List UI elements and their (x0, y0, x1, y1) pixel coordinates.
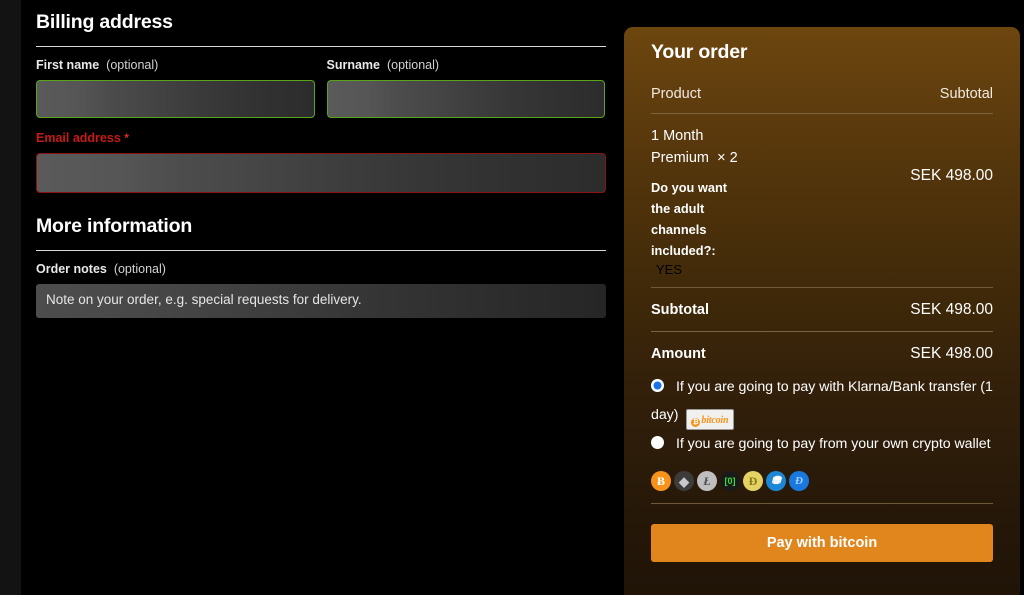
surname-optional-tag: (optional) (386, 58, 440, 72)
order-amount-label: Amount (651, 346, 706, 362)
email-address-input[interactable] (36, 153, 606, 193)
order-notes-label: Order notes (optional) (36, 262, 606, 276)
more-information-heading-divider (36, 250, 606, 251)
surname-field-group: Surname (optional) (326, 58, 606, 118)
email-field-group: Email address * (36, 131, 606, 193)
payment-methods-list: If you are going to pay with Klarna/Bank… (651, 373, 993, 562)
surname-label: Surname (optional) (327, 58, 606, 72)
your-order-panel: Your order Product Subtotal 1 Month Prem… (624, 27, 1020, 595)
first-name-label-text: First name (36, 58, 100, 72)
order-item-subtotal: SEK 498.00 (910, 167, 993, 184)
order-item-variation-label: Do you want the adult channels included?… (651, 180, 728, 258)
order-summary-table: Product Subtotal 1 Month Premium × 2 Do … (651, 86, 993, 373)
first-name-field-group: First name (optional) (36, 58, 315, 118)
order-subtotal-label: Subtotal (651, 302, 709, 318)
first-name-label: First name (optional) (36, 58, 315, 72)
column-header-product: Product (651, 86, 701, 102)
order-item-quantity: × 2 (717, 150, 738, 166)
first-name-input[interactable] (36, 80, 315, 118)
pay-with-bitcoin-button[interactable]: Pay with bitcoin (651, 524, 993, 562)
radio-own-crypto-wallet[interactable] (651, 436, 664, 449)
order-notes-optional-tag: (optional) (113, 262, 166, 276)
order-amount-value: SEK 498.00 (910, 345, 993, 362)
order-item-name-text: Premium (651, 150, 710, 166)
surname-label-text: Surname (326, 58, 381, 72)
checkout-form-column: Billing address First name (optional) Su… (21, 0, 620, 595)
order-item-name-line2: Premium × 2 (651, 147, 831, 169)
order-subtotal-value: SEK 498.00 (910, 301, 993, 318)
order-subtotal-row: Subtotal SEK 498.00 (651, 288, 993, 332)
litecoin-coin-icon: Ł (697, 471, 717, 491)
dash-coin-icon: ⛃ (766, 471, 786, 491)
your-order-heading: Your order (651, 41, 748, 63)
checkout-page: Billing address First name (optional) Su… (0, 0, 1024, 595)
bitcoin-logo-badge-icon: ₿ bitcoin (686, 409, 735, 430)
more-information-heading: More information (36, 215, 193, 237)
bitcoincash-coin-icon: [0] (720, 471, 740, 491)
ethereum-coin-icon: ◆ (674, 471, 694, 491)
billing-heading-divider (36, 46, 606, 47)
order-item-name-line1: 1 Month (651, 128, 704, 144)
email-address-label: Email address * (36, 131, 606, 145)
order-notes-field-group: Order notes (optional) (36, 262, 606, 318)
page-left-gutter (0, 0, 21, 595)
xdc-coin-icon: Đ (789, 471, 809, 491)
billing-address-heading: Billing address (36, 11, 173, 33)
payment-method-own-crypto-wallet[interactable]: If you are going to pay from your own cr… (651, 430, 993, 458)
bitcoin-badge-text: bitcoin (701, 415, 729, 426)
column-header-subtotal: Subtotal (939, 86, 993, 102)
order-notes-textarea[interactable] (36, 284, 606, 318)
dogecoin-coin-icon: Ð (743, 471, 763, 491)
order-line-item: 1 Month Premium × 2 Do you want the adul… (651, 114, 993, 288)
payment-method-klarna-bank-transfer[interactable]: If you are going to pay with Klarna/Bank… (651, 373, 993, 430)
bitcoin-symbol-icon: ₿ (691, 418, 701, 427)
order-item-variation-value: YES (656, 262, 683, 277)
radio-klarna-bank-transfer[interactable] (651, 379, 664, 392)
accepted-coins-row: Ƀ ◆ Ł [0] Ð ⛃ Đ (651, 471, 993, 504)
surname-input[interactable] (326, 80, 605, 118)
order-table-header: Product Subtotal (651, 86, 993, 114)
name-fields-row: First name (optional) Surname (optional) (36, 58, 605, 118)
order-notes-label-text: Order notes (36, 262, 107, 276)
order-amount-row: Amount SEK 498.00 (651, 332, 993, 373)
payment-method-wallet-label: If you are going to pay from your own cr… (676, 436, 991, 452)
order-line-item-details: 1 Month Premium × 2 Do you want the adul… (651, 125, 831, 277)
first-name-optional-tag: (optional) (106, 58, 159, 72)
required-asterisk-icon: * (124, 131, 129, 145)
bitcoin-coin-icon: Ƀ (651, 471, 671, 491)
email-address-label-text: Email address (36, 131, 121, 145)
